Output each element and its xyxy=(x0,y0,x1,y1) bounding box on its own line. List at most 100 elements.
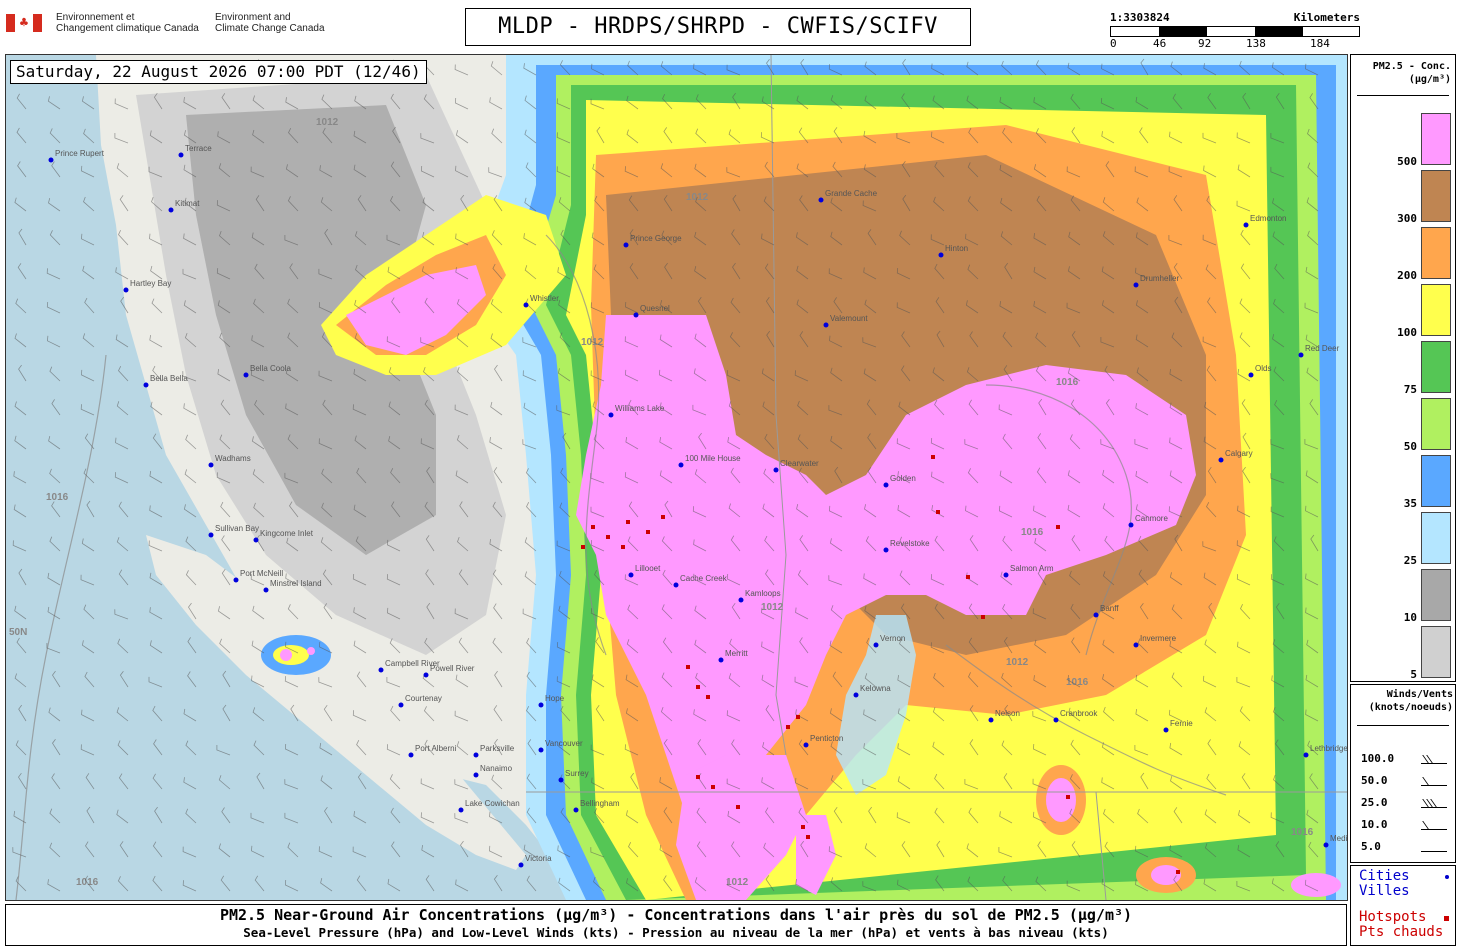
city-marker[interactable] xyxy=(378,667,384,673)
city-marker[interactable] xyxy=(1163,727,1169,733)
city-label: 100 Mile House xyxy=(685,454,741,463)
city-marker[interactable] xyxy=(458,807,464,813)
city-marker[interactable] xyxy=(233,577,239,583)
city-label: Canmore xyxy=(1135,514,1168,523)
legend-swatch xyxy=(1421,284,1451,336)
city-marker[interactable] xyxy=(803,742,809,748)
city-label: Calgary xyxy=(1225,449,1253,458)
scale-ratio: 1:3303824 xyxy=(1110,11,1170,24)
city-marker[interactable] xyxy=(883,482,889,488)
city-marker[interactable] xyxy=(853,692,859,698)
city-marker[interactable] xyxy=(738,597,744,603)
city-marker[interactable] xyxy=(623,242,629,248)
wind-barb-icon xyxy=(1421,841,1447,852)
smoke-forecast-map[interactable]: 1012 1012 1012 1016 1016 1016 1016 1012 … xyxy=(5,54,1348,901)
city-label: Cache Creek xyxy=(680,574,728,583)
hotspot-marker xyxy=(786,725,790,729)
city-marker[interactable] xyxy=(883,547,889,553)
hotspot-marker xyxy=(1176,870,1180,874)
legend-level-label: 75 xyxy=(1403,383,1417,396)
hotspot-marker xyxy=(931,455,935,459)
city-marker[interactable] xyxy=(1303,752,1309,758)
city-marker[interactable] xyxy=(678,462,684,468)
city-marker[interactable] xyxy=(1053,717,1059,723)
hotspot-marker xyxy=(1066,795,1070,799)
city-marker[interactable] xyxy=(1248,372,1254,378)
city-marker[interactable] xyxy=(208,532,214,538)
city-marker[interactable] xyxy=(518,862,524,868)
city-label: Vernon xyxy=(880,634,905,643)
city-marker[interactable] xyxy=(1133,282,1139,288)
hotspot-marker xyxy=(581,545,585,549)
hotspot-marker xyxy=(696,685,700,689)
city-marker[interactable] xyxy=(673,582,679,588)
city-label: Hope xyxy=(545,694,565,703)
city-marker[interactable] xyxy=(988,717,994,723)
scale-segments xyxy=(1110,26,1360,37)
pm25-legend: PM2.5 - Conc. (µg/m³) 500 300 200 100 75 50 35 2… xyxy=(1350,54,1456,682)
city-label: Victoria xyxy=(525,854,552,863)
city-marker[interactable] xyxy=(398,702,404,708)
city-marker[interactable] xyxy=(818,197,824,203)
hotspot-marker xyxy=(736,805,740,809)
city-marker[interactable] xyxy=(143,382,149,388)
city-marker[interactable] xyxy=(523,302,529,308)
hotspot-marker xyxy=(686,665,690,669)
cities-hotspots-legend: Cities Villes Hotspots Pts chauds xyxy=(1350,865,1456,946)
hotspot-marker xyxy=(711,785,715,789)
city-dot-icon xyxy=(1445,875,1449,879)
city-marker[interactable] xyxy=(608,412,614,418)
city-marker[interactable] xyxy=(628,572,634,578)
city-marker[interactable] xyxy=(773,467,779,473)
city-marker[interactable] xyxy=(823,322,829,328)
city-label: Kingcome Inlet xyxy=(260,529,314,538)
city-label: Edmonton xyxy=(1250,214,1286,223)
product-title: MLDP - HRDPS/SHRPD - CWFIS/SCIFV xyxy=(465,8,971,46)
city-marker[interactable] xyxy=(243,372,249,378)
city-label: Drumheller xyxy=(1140,274,1179,283)
city-marker[interactable] xyxy=(123,287,129,293)
city-marker[interactable] xyxy=(1218,457,1224,463)
city-label: Vancouver xyxy=(545,739,583,748)
hotspot-marker xyxy=(796,715,800,719)
city-label: Lethbridge xyxy=(1310,744,1347,753)
city-marker[interactable] xyxy=(48,157,54,163)
city-marker[interactable] xyxy=(573,807,579,813)
city-marker[interactable] xyxy=(178,152,184,158)
legend-level-label: 200 xyxy=(1397,269,1417,282)
city-marker[interactable] xyxy=(1133,642,1139,648)
city-marker[interactable] xyxy=(558,777,564,783)
city-marker[interactable] xyxy=(423,672,429,678)
hotspot-marker xyxy=(661,515,665,519)
scale-tick: 184 xyxy=(1310,37,1330,50)
city-marker[interactable] xyxy=(408,752,414,758)
scale-unit: Kilometers xyxy=(1293,11,1360,24)
city-marker[interactable] xyxy=(253,537,259,543)
city-marker[interactable] xyxy=(1093,612,1099,618)
city-marker[interactable] xyxy=(1128,522,1134,528)
city-marker[interactable] xyxy=(1323,842,1329,848)
city-marker[interactable] xyxy=(938,252,944,258)
hotspot-marker xyxy=(981,615,985,619)
city-marker[interactable] xyxy=(1243,222,1249,228)
city-label: Medicine Hat xyxy=(1330,834,1347,843)
city-marker[interactable] xyxy=(873,642,879,648)
legend-level-label: 5 xyxy=(1410,668,1417,681)
isobar-label: 1016 xyxy=(1066,677,1089,688)
city-marker[interactable] xyxy=(633,312,639,318)
city-marker[interactable] xyxy=(208,462,214,468)
city-marker[interactable] xyxy=(1298,352,1304,358)
city-label: Revelstoke xyxy=(890,539,930,548)
city-marker[interactable] xyxy=(718,657,724,663)
city-label: Minstrel Island xyxy=(270,579,322,588)
legend-level-label: 500 xyxy=(1397,155,1417,168)
city-marker[interactable] xyxy=(1003,572,1009,578)
legend-swatch xyxy=(1421,398,1451,450)
city-marker[interactable] xyxy=(473,752,479,758)
city-marker[interactable] xyxy=(168,207,174,213)
city-marker[interactable] xyxy=(263,587,269,593)
hotspot-marker xyxy=(621,545,625,549)
city-marker[interactable] xyxy=(473,772,479,778)
city-marker[interactable] xyxy=(538,747,544,753)
city-marker[interactable] xyxy=(538,702,544,708)
